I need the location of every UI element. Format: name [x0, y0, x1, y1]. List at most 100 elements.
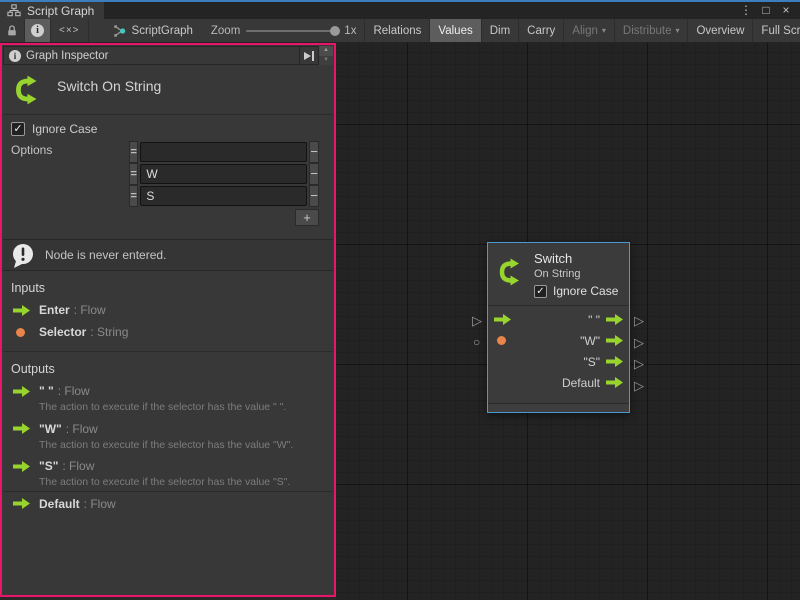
port-type: : Flow [74, 303, 106, 317]
output-connector-icon[interactable]: ▷ [634, 357, 644, 370]
output-connector-icon[interactable]: ▷ [634, 379, 644, 392]
option-input[interactable] [140, 164, 307, 184]
output-port-label: Default [562, 376, 600, 390]
relations-button[interactable]: Relations [364, 19, 430, 42]
dim-button[interactable]: Dim [482, 19, 519, 42]
selector-input-port-icon[interactable] [497, 336, 506, 345]
ignore-case-checkbox[interactable]: ✓ [11, 122, 25, 136]
zoom-control: Zoom 1x [203, 19, 365, 42]
ignore-case-label: Ignore Case [553, 284, 618, 298]
overview-button[interactable]: Overview [688, 19, 753, 42]
node-port-row: "S" [488, 351, 629, 372]
inspector-node-header: Switch On String [3, 65, 333, 115]
tab-script-graph[interactable]: Script Graph [0, 2, 104, 19]
inspector-node-title: Switch On String [57, 78, 161, 94]
add-option-button[interactable]: + [295, 209, 319, 226]
zoom-slider[interactable] [246, 30, 338, 32]
output-connector-icon[interactable]: ▷ [634, 336, 644, 349]
flow-input-port-icon[interactable] [494, 314, 511, 325]
flow-port-icon [13, 423, 30, 434]
inspector-title-box: i Graph Inspector [3, 46, 300, 65]
ignore-case-row: ✓ Ignore Case [11, 122, 97, 136]
option-row: = − [129, 163, 319, 185]
options-label: Options [11, 143, 52, 157]
flow-output-port-icon[interactable] [606, 314, 623, 325]
scroll-down-icon[interactable]: ▼ [319, 56, 333, 66]
switch-icon [495, 256, 527, 288]
carry-button[interactable]: Carry [519, 19, 564, 42]
distribute-button[interactable]: Distribute ▾ [615, 19, 689, 42]
switch-on-string-node[interactable]: Switch On String ✓ Ignore Case " " [487, 242, 630, 413]
ignore-case-checkbox[interactable]: ✓ [534, 285, 547, 298]
scroll-up-icon[interactable]: ▲ [319, 46, 333, 56]
zoom-value: 1x [344, 25, 356, 37]
remove-option-button[interactable]: − [309, 163, 319, 185]
values-label: Values [438, 25, 472, 37]
inspector-toggle-button[interactable]: i [25, 19, 51, 42]
align-button[interactable]: Align ▾ [564, 19, 615, 42]
info-icon: i [31, 24, 44, 37]
value-input-connector-icon[interactable]: ○ [473, 336, 480, 349]
node-port-row: "W" [488, 330, 629, 351]
flow-port-icon [13, 498, 30, 509]
option-row: = − [129, 141, 319, 163]
flow-output-port-icon[interactable] [606, 356, 623, 367]
code-view-button[interactable]: <×> [51, 19, 89, 42]
zoom-slider-handle[interactable] [330, 26, 340, 36]
carry-label: Carry [527, 25, 555, 37]
graph-canvas[interactable]: ▷ ○ ▷ ▷ ▷ ▷ Switch On String ✓ Ignore Ca… [336, 43, 800, 600]
port-type: : Flow [58, 384, 90, 398]
inspector-controls: ✓ Ignore Case Options = − = − = − [3, 116, 333, 238]
output-port-row: "S" : Flow [3, 451, 333, 473]
chevron-down-icon: ▾ [602, 26, 606, 35]
node-header[interactable]: Switch On String ✓ Ignore Case [488, 243, 629, 306]
flow-port-icon [13, 461, 30, 472]
maximize-icon[interactable]: □ [758, 2, 774, 19]
node-ports: " " "W" "S" [488, 306, 629, 393]
output-port-label: "W" [580, 334, 600, 348]
output-port-label: " " [588, 313, 600, 327]
graph-breadcrumb[interactable]: ScriptGraph [103, 19, 203, 42]
node-title: Switch [534, 251, 572, 266]
port-name: Selector [39, 325, 86, 339]
port-type: : Flow [62, 459, 94, 473]
drag-handle-icon[interactable]: = [129, 163, 138, 185]
drag-handle-icon[interactable]: = [129, 185, 138, 207]
fullscreen-label: Full Screen [761, 25, 800, 37]
port-type: : Flow [84, 497, 116, 511]
dim-label: Dim [490, 25, 510, 37]
port-description: The action to execute if the selector ha… [3, 436, 333, 452]
menu-icon[interactable]: ⋮ [738, 2, 754, 19]
outputs-section: Outputs " " : Flow The action to execute… [3, 353, 333, 492]
inputs-heading: Inputs [3, 272, 333, 295]
port-type: : Flow [66, 422, 98, 436]
window-controls: ⋮ □ × [738, 2, 800, 19]
close-icon[interactable]: × [778, 2, 794, 19]
values-button[interactable]: Values [430, 19, 481, 42]
output-connector-icon[interactable]: ▷ [634, 314, 644, 327]
zoom-label: Zoom [211, 25, 240, 37]
output-port-row: " " : Flow [3, 376, 333, 398]
warning-banner: Node is never entered. [3, 239, 333, 271]
tab-title: Script Graph [27, 4, 94, 18]
option-row: = − [129, 185, 319, 207]
port-name: "W" [39, 422, 62, 436]
flow-port-icon [13, 386, 30, 397]
flow-input-connector-icon[interactable]: ▷ [472, 314, 482, 327]
option-input[interactable] [140, 186, 307, 206]
flow-output-port-icon[interactable] [606, 335, 623, 346]
outputs-heading: Outputs [3, 353, 333, 376]
dock-right-icon [303, 50, 315, 62]
drag-handle-icon[interactable]: = [129, 141, 138, 163]
option-input[interactable] [140, 142, 307, 162]
output-port-row: Default : Flow [3, 489, 333, 511]
remove-option-button[interactable]: − [309, 185, 319, 207]
align-label: Align [572, 25, 598, 37]
fullscreen-button[interactable]: Full Screen [753, 19, 800, 42]
relations-label: Relations [373, 25, 421, 37]
lock-button[interactable] [0, 19, 25, 42]
remove-option-button[interactable]: − [309, 141, 319, 163]
dock-panel-button[interactable] [300, 46, 319, 65]
flow-output-port-icon[interactable] [606, 377, 623, 388]
port-name: Default [39, 497, 80, 511]
